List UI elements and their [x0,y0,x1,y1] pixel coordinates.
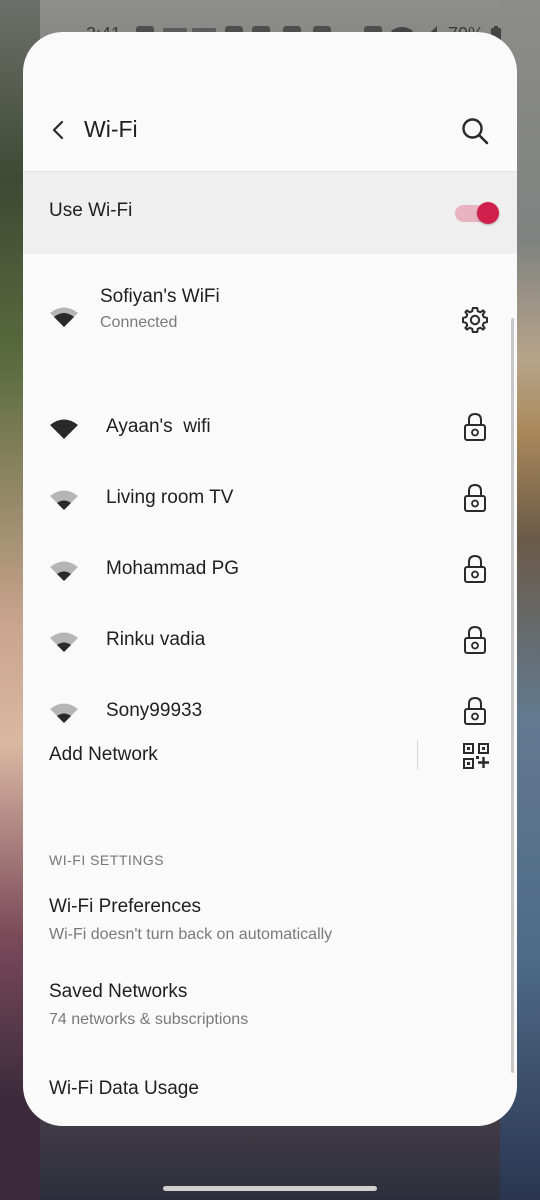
network-name: Living room TV [106,487,234,508]
divider [417,740,418,770]
gear-icon[interactable] [460,305,490,335]
wifi-settings-header: WI-FI SETTINGS [49,852,165,868]
network-name: Sofiyan's WiFi [100,286,220,307]
use-wifi-row[interactable]: Use Wi-Fi [23,171,517,254]
network-status: Connected [100,314,178,331]
network-name: Sony99933 [106,700,203,721]
item-title: Wi-Fi Preferences [49,896,202,917]
switch-thumb [477,202,499,224]
back-button[interactable] [45,116,73,144]
use-wifi-label: Use Wi-Fi [49,200,133,221]
saved-networks-item[interactable]: Saved Networks 74 networks & subscriptio… [23,981,517,1051]
network-name: Mohammad PG [106,558,240,579]
wifi-data-usage-item[interactable]: Wi-Fi Data Usage [23,1078,517,1126]
wifi-signal-full-icon [50,419,78,439]
qr-code-add-icon[interactable] [463,743,489,769]
network-name: Ayaan's wifi [106,416,211,437]
search-button[interactable] [459,115,491,147]
back-arrow-icon [52,120,64,140]
wifi-signal-weak-icon [50,632,78,652]
network-item[interactable]: Rinku vadia [23,607,517,677]
network-item-connected[interactable]: Sofiyan's WiFi Connected [23,280,517,360]
item-title: Wi-Fi Data Usage [49,1078,199,1099]
lock-icon [464,412,486,441]
item-subtitle: 74 networks & subscriptions [49,1011,249,1028]
item-title: Saved Networks [49,981,188,1002]
lock-icon [464,625,486,654]
wifi-signal-icon [50,307,78,327]
network-name: Rinku vadia [106,629,206,650]
lock-icon [464,554,486,583]
network-item[interactable]: Ayaan's wifi [23,394,517,464]
network-item[interactable]: Mohammad PG [23,536,517,606]
wifi-preferences-item[interactable]: Wi-Fi Preferences Wi-Fi doesn't turn bac… [23,896,517,966]
search-icon [462,118,489,145]
home-gesture-bar[interactable] [163,1186,377,1191]
scrollbar[interactable] [511,318,514,1073]
wifi-settings-panel: Wi-Fi Use Wi-Fi Sofiyan's WiFi Connected [23,32,517,1126]
wifi-signal-weak-icon [50,703,78,723]
wifi-toggle-switch[interactable] [455,202,499,224]
network-item[interactable]: Living room TV [23,465,517,535]
lock-icon [464,483,486,512]
add-network-label: Add Network [49,744,158,765]
item-subtitle: Wi-Fi doesn't turn back on automatically [49,926,333,943]
page-title: Wi-Fi [84,116,138,142]
wifi-signal-weak-icon [50,490,78,510]
wifi-signal-weak-icon [50,561,78,581]
add-network-row[interactable]: Add Network [23,722,517,790]
top-app-bar: Wi-Fi [23,32,517,172]
